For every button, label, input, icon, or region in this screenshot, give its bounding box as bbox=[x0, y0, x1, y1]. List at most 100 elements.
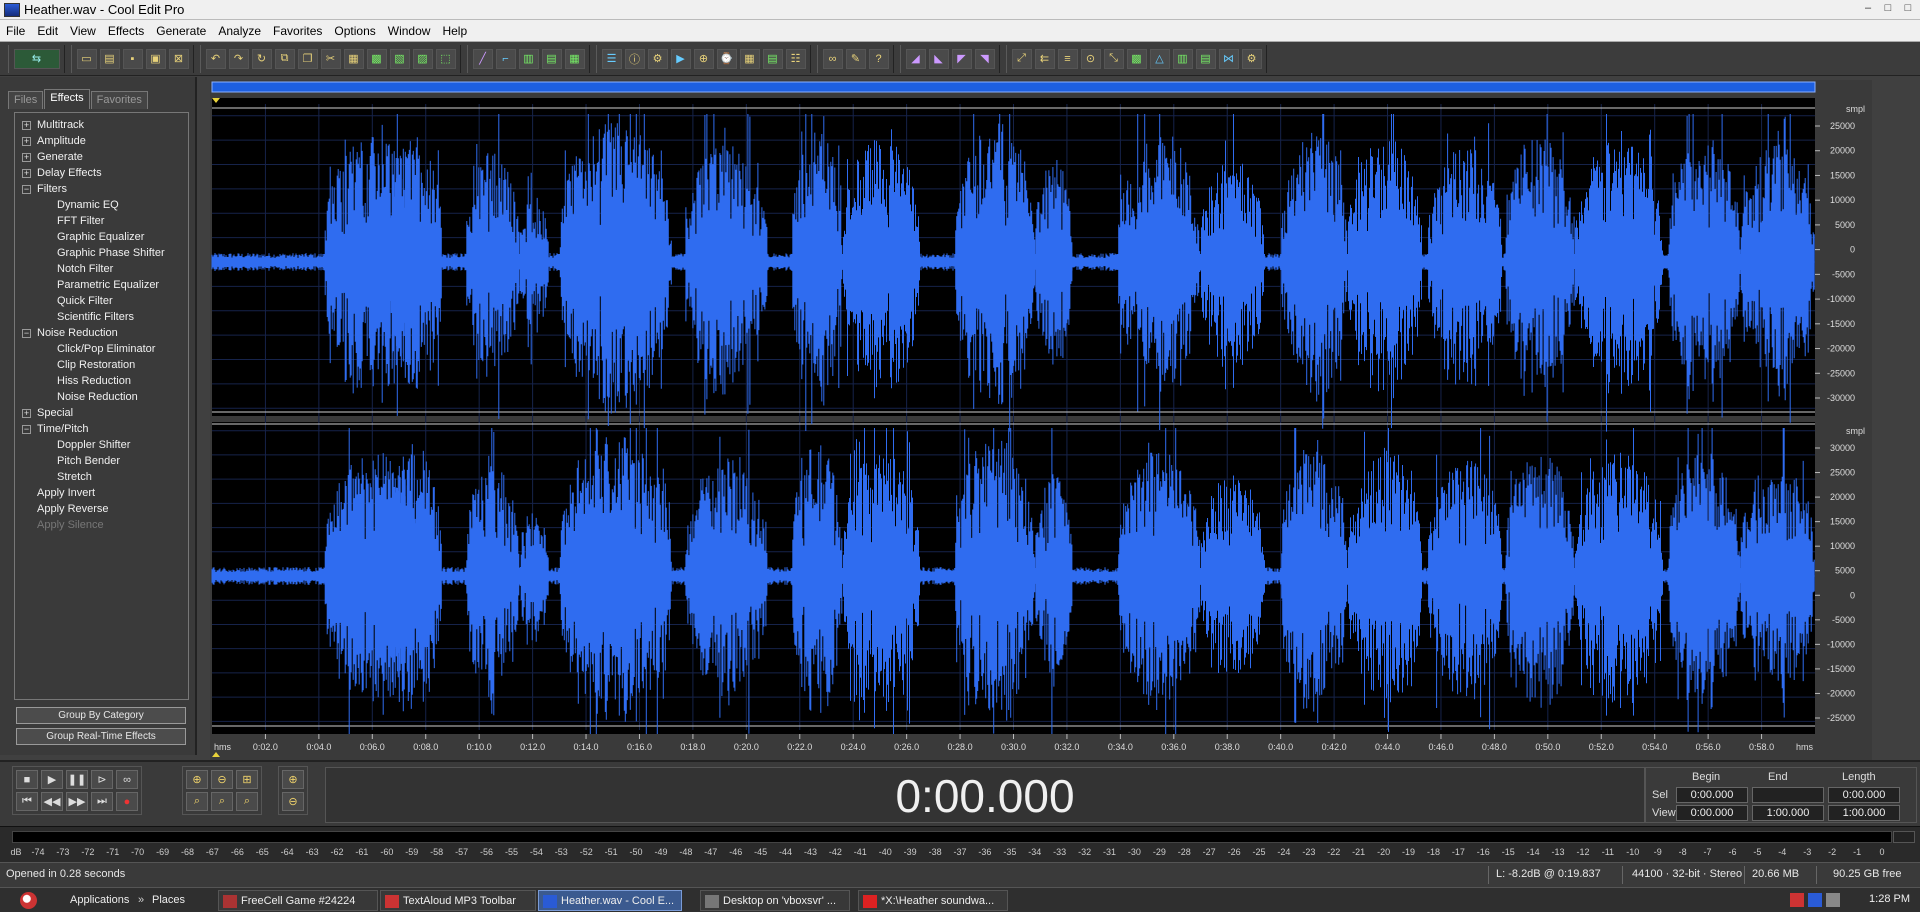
fade-icon[interactable]: ◤ bbox=[951, 48, 972, 69]
menu-help[interactable]: Help bbox=[436, 24, 473, 38]
task-freecell[interactable]: FreeCell Game #24224 bbox=[218, 890, 378, 911]
tab-effects[interactable]: Effects bbox=[44, 89, 90, 109]
close-button[interactable]: □ bbox=[1900, 2, 1916, 17]
copy-icon[interactable]: ❐ bbox=[297, 48, 318, 69]
tab-files[interactable]: Files bbox=[8, 91, 44, 109]
new-file-icon[interactable]: ▭ bbox=[76, 48, 97, 69]
record-icon[interactable]: ● bbox=[116, 792, 138, 811]
sel-begin-field[interactable]: 0:00.000 bbox=[1676, 787, 1748, 803]
menu-effects[interactable]: Effects bbox=[102, 24, 150, 38]
tree-item[interactable]: Apply Reverse bbox=[15, 501, 188, 517]
marker-icon[interactable]: ⌐ bbox=[495, 48, 516, 69]
expand-icon[interactable]: + bbox=[22, 137, 31, 146]
pause-icon[interactable]: ❚❚ bbox=[66, 770, 88, 789]
paste-new-icon[interactable]: ▧ bbox=[389, 48, 410, 69]
view-length-field[interactable]: 1:00.000 bbox=[1828, 805, 1900, 821]
pitch-icon[interactable]: △ bbox=[1149, 48, 1170, 69]
tree-item[interactable]: + Generate bbox=[15, 149, 188, 165]
play-icon[interactable]: ▶ bbox=[41, 770, 63, 789]
fast-forward-icon[interactable]: ▶▶ bbox=[66, 792, 88, 811]
play-to-end-icon[interactable]: ⊳ bbox=[91, 770, 113, 789]
tree-item[interactable]: Click/Pop Eliminator bbox=[15, 341, 188, 357]
vertical-zoom-out-icon[interactable]: ⊖ bbox=[282, 792, 304, 811]
tree-item[interactable]: + Amplitude bbox=[15, 133, 188, 149]
view-begin-field[interactable]: 0:00.000 bbox=[1676, 805, 1748, 821]
tree-item[interactable]: FFT Filter bbox=[15, 213, 188, 229]
tree-item[interactable]: Graphic Phase Shifter bbox=[15, 245, 188, 261]
rewind-icon[interactable]: ◀◀ bbox=[41, 792, 63, 811]
tree-item[interactable]: Pitch Bender bbox=[15, 453, 188, 469]
tab-favorites[interactable]: Favorites bbox=[90, 91, 148, 109]
vertical-zoom-in-icon[interactable]: ⊕ bbox=[282, 770, 304, 789]
waveform-view-icon[interactable]: ▤ bbox=[541, 48, 562, 69]
help-icon[interactable]: ? bbox=[868, 48, 889, 69]
spectral-view-icon[interactable]: ▥ bbox=[518, 48, 539, 69]
menu-edit[interactable]: Edit bbox=[31, 24, 64, 38]
group-by-category-button[interactable]: Group By Category bbox=[16, 707, 186, 724]
reverse-icon[interactable]: ⇇ bbox=[1034, 48, 1055, 69]
tray-textaloud-icon[interactable] bbox=[1790, 893, 1804, 907]
menu-view[interactable]: View bbox=[64, 24, 102, 38]
tree-item[interactable]: + Special bbox=[15, 405, 188, 421]
noise-reduction-icon[interactable]: ▩ bbox=[1126, 48, 1147, 69]
menu-generate[interactable]: Generate bbox=[150, 24, 212, 38]
tree-item[interactable]: Parametric Equalizer bbox=[15, 277, 188, 293]
view-end-field[interactable]: 1:00.000 bbox=[1752, 805, 1824, 821]
level-meter-peak[interactable] bbox=[1893, 831, 1915, 843]
go-to-start-icon[interactable]: ⏮ bbox=[16, 792, 38, 811]
undo-icon[interactable]: ↶ bbox=[205, 48, 226, 69]
expand-icon[interactable]: + bbox=[22, 121, 31, 130]
menu-file[interactable]: File bbox=[0, 24, 31, 38]
time-display-icon[interactable]: ⌚ bbox=[716, 48, 737, 69]
generate-tones-icon[interactable]: ⚙ bbox=[1241, 48, 1262, 69]
equalizer-icon[interactable]: ▥ bbox=[1172, 48, 1193, 69]
stretch-icon[interactable]: ⤡ bbox=[1103, 48, 1124, 69]
start-menu-icon[interactable] bbox=[20, 892, 37, 909]
tree-item[interactable]: Noise Reduction bbox=[15, 389, 188, 405]
tree-item[interactable]: Dynamic EQ bbox=[15, 197, 188, 213]
app-icon[interactable] bbox=[4, 2, 20, 17]
collapse-icon[interactable]: − bbox=[22, 425, 31, 434]
applications-menu[interactable]: Applications bbox=[48, 890, 135, 911]
cut-icon[interactable]: ✂ bbox=[320, 48, 341, 69]
collapse-icon[interactable]: − bbox=[22, 185, 31, 194]
silence-icon[interactable]: ≡ bbox=[1057, 48, 1078, 69]
tree-item[interactable]: + Multitrack bbox=[15, 117, 188, 133]
expand-icon[interactable]: + bbox=[22, 409, 31, 418]
loop-icon[interactable]: ∞ bbox=[822, 48, 843, 69]
menu-analyze[interactable]: Analyze bbox=[212, 24, 267, 38]
tree-item[interactable]: Scientific Filters bbox=[15, 309, 188, 325]
filter-icon[interactable]: ▤ bbox=[1195, 48, 1216, 69]
zoom-out-icon[interactable]: ⊖ bbox=[211, 770, 233, 789]
zoom-full-icon[interactable]: ⊞ bbox=[236, 770, 258, 789]
zoom-left-icon[interactable]: ⌕ bbox=[186, 792, 208, 811]
tree-item[interactable]: Clip Restoration bbox=[15, 357, 188, 373]
select-all-icon[interactable]: ⬚ bbox=[435, 48, 456, 69]
tree-item[interactable]: Notch Filter bbox=[15, 261, 188, 277]
tray-network-icon[interactable] bbox=[1808, 893, 1822, 907]
collapse-icon[interactable]: − bbox=[22, 329, 31, 338]
go-to-end-icon[interactable]: ⏭ bbox=[91, 792, 113, 811]
tree-item[interactable]: Quick Filter bbox=[15, 293, 188, 309]
settings-icon[interactable]: ⚙ bbox=[647, 48, 668, 69]
stop-icon[interactable]: ■ bbox=[16, 770, 38, 789]
script-icon[interactable]: ✎ bbox=[845, 48, 866, 69]
open-file-icon[interactable]: ▤ bbox=[99, 48, 120, 69]
pan-icon[interactable]: ⊙ bbox=[1080, 48, 1101, 69]
delay-icon[interactable]: ⋈ bbox=[1218, 48, 1239, 69]
multitrack-toggle-icon[interactable]: ⇆ bbox=[13, 48, 60, 69]
overview-range-bar[interactable] bbox=[211, 81, 1816, 93]
save-as-icon[interactable]: ▣ bbox=[145, 48, 166, 69]
trim-icon[interactable]: ▨ bbox=[412, 48, 433, 69]
menu-favorites[interactable]: Favorites bbox=[267, 24, 328, 38]
zoom-in-icon[interactable]: ⊕ bbox=[186, 770, 208, 789]
mix-paste-icon[interactable]: ▩ bbox=[366, 48, 387, 69]
sel-length-field[interactable]: 0:00.000 bbox=[1828, 787, 1900, 803]
tree-item[interactable]: Graphic Equalizer bbox=[15, 229, 188, 245]
group-realtime-effects-button[interactable]: Group Real-Time Effects bbox=[16, 728, 186, 745]
menu-options[interactable]: Options bbox=[328, 24, 381, 38]
compress-icon[interactable]: ◥ bbox=[974, 48, 995, 69]
amplify-icon[interactable]: ◢ bbox=[905, 48, 926, 69]
task-heather-soundwave[interactable]: *X:\Heather soundwa... bbox=[858, 890, 1008, 911]
envelope-effect-icon[interactable]: ⤢ bbox=[1011, 48, 1032, 69]
